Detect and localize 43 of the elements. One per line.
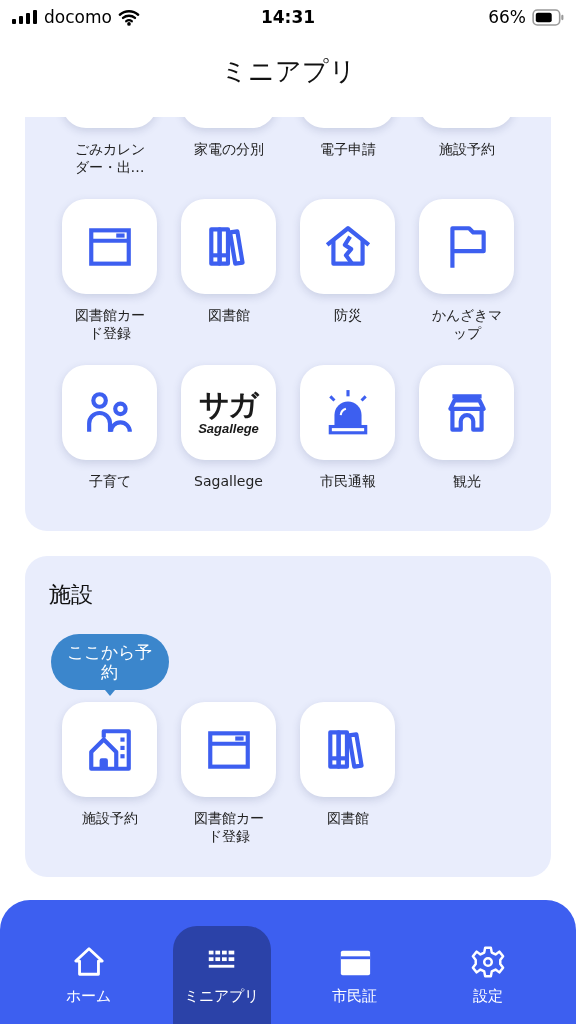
wifi-icon (117, 8, 140, 26)
page-title: ミニアプリ (220, 55, 356, 88)
app-tile[interactable] (181, 702, 276, 797)
app-label: 家電の分別 (192, 140, 265, 158)
app-label: 観光 (451, 472, 482, 490)
home-icon (71, 944, 106, 979)
app-label: かんざきマップ (430, 306, 503, 342)
app-label: Sagallege (193, 472, 264, 490)
app-label: 防災 (332, 306, 363, 324)
app-label: 子育て (87, 472, 132, 490)
app-tile[interactable] (300, 199, 395, 294)
app-label: 市民通報 (318, 472, 377, 490)
app-label: 電子申請 (318, 140, 377, 158)
section-title: 施設 (49, 581, 94, 609)
app-tile[interactable] (62, 365, 157, 460)
tab[interactable]: ホーム (39, 926, 138, 1024)
tab[interactable]: 市民証 (305, 926, 404, 1024)
app-label: 図書館 (325, 809, 370, 827)
app-tile[interactable] (419, 365, 514, 460)
app-tile[interactable] (62, 199, 157, 294)
battery-icon (532, 8, 564, 26)
battery-percent: 66% (488, 7, 526, 27)
tab[interactable]: ミニアプリ (172, 926, 271, 1024)
clock-time: 14:31 (260, 7, 316, 27)
settings-icon (470, 944, 505, 979)
tooltip-tail (104, 690, 115, 696)
app-label: 図書館カード登録 (73, 306, 146, 342)
app-label: 図書館 (206, 306, 251, 324)
sagallege-logo: サガ Sagallege (198, 390, 259, 435)
app-tile[interactable]: サガ Sagallege (181, 365, 276, 460)
tab[interactable]: 設定 (438, 926, 537, 1024)
app-tile[interactable] (181, 199, 276, 294)
app-label: 施設予約 (437, 140, 496, 158)
signal-icon (12, 10, 38, 24)
app-tile[interactable] (300, 365, 395, 460)
app-label: 施設予約 (80, 809, 139, 827)
app-tile[interactable] (300, 702, 395, 797)
app-tile[interactable] (419, 199, 514, 294)
tooltip: ここから予約 (50, 634, 169, 690)
carrier-name: docomo (44, 7, 112, 27)
app-label: ごみカレンダー・出… (73, 140, 146, 176)
app-label: 図書館カード登録 (192, 809, 265, 845)
app-tile[interactable] (62, 702, 157, 797)
